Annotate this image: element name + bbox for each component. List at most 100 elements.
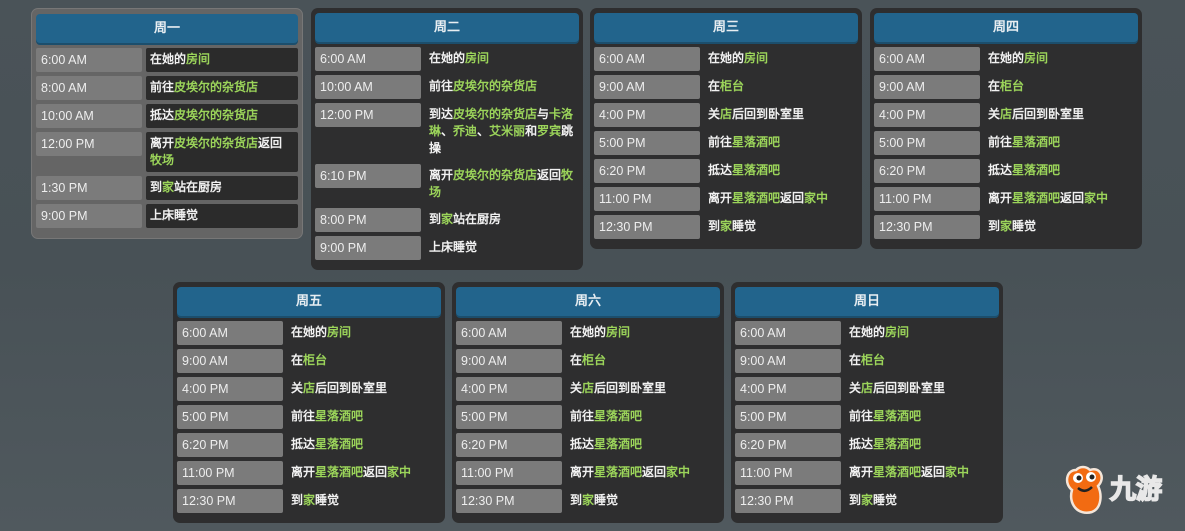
schedule-row: 8:00 PM 到家站在厨房 bbox=[315, 208, 579, 232]
time-cell: 6:00 AM bbox=[735, 321, 841, 345]
time-cell: 9:00 PM bbox=[315, 236, 421, 260]
activity-text: 到 bbox=[849, 493, 862, 507]
activity-text: 前往 bbox=[708, 135, 733, 149]
time-cell: 9:00 AM bbox=[594, 75, 700, 99]
schedule-row: 10:00 AM 前往皮埃尔的杂货店 bbox=[315, 75, 579, 99]
watermark-logo: 九游 bbox=[1062, 460, 1182, 520]
activity-text: 返回 bbox=[258, 136, 283, 150]
activity-text: 到 bbox=[429, 212, 442, 226]
location-highlight: 星落酒吧 bbox=[1012, 163, 1061, 177]
time-cell: 11:00 PM bbox=[177, 461, 283, 485]
schedule-row: 6:20 PM 抵达星落酒吧 bbox=[177, 433, 441, 457]
location-highlight: 房间 bbox=[1024, 51, 1049, 65]
location-highlight: 家中 bbox=[945, 465, 970, 479]
location-highlight: 家 bbox=[582, 493, 595, 507]
schedule-row: 5:00 PM 前往星落酒吧 bbox=[456, 405, 720, 429]
location-highlight: 家 bbox=[861, 493, 874, 507]
activity-cell: 在柜台 bbox=[566, 349, 720, 373]
time-cell: 11:00 PM bbox=[874, 187, 980, 211]
day-panel[interactable]: 周四 6:00 AM 在她的房间 9:00 AM 在柜台 4:00 PM 关店后回到卧室里 5… bbox=[870, 8, 1142, 249]
activity-cell: 关店后回到卧室里 bbox=[287, 377, 441, 401]
mascot-icon: 九游 bbox=[1065, 465, 1163, 515]
schedule-row: 9:00 AM 在柜台 bbox=[177, 349, 441, 373]
schedule-row: 11:00 PM 离开星落酒吧返回家中 bbox=[735, 461, 999, 485]
time-cell: 12:30 PM bbox=[874, 215, 980, 239]
activity-cell: 到家睡觉 bbox=[845, 489, 999, 513]
activity-cell: 到家睡觉 bbox=[704, 215, 858, 239]
location-highlight: 店 bbox=[582, 381, 595, 395]
time-cell: 10:00 AM bbox=[36, 104, 142, 128]
time-cell: 6:20 PM bbox=[456, 433, 562, 457]
time-cell: 6:00 AM bbox=[177, 321, 283, 345]
location-highlight: 家中 bbox=[387, 465, 412, 479]
activity-text: 返回 bbox=[537, 168, 562, 182]
day-panel[interactable]: 周五 6:00 AM 在她的房间 9:00 AM 在柜台 4:00 PM 关店后回到卧室里 5… bbox=[173, 282, 445, 523]
day-panel[interactable]: 周六 6:00 AM 在她的房间 9:00 AM 在柜台 4:00 PM 关店后回到卧室里 5… bbox=[452, 282, 724, 523]
day-header[interactable]: 周日 bbox=[735, 287, 999, 316]
location-highlight: 店 bbox=[861, 381, 874, 395]
activity-text: 返回 bbox=[1060, 191, 1085, 205]
schedule-row: 6:10 PM 离开皮埃尔的杂货店返回牧场 bbox=[315, 164, 579, 204]
location-highlight: 星落酒吧 bbox=[315, 465, 364, 479]
day-header[interactable]: 周六 bbox=[456, 287, 720, 316]
activity-cell: 抵达星落酒吧 bbox=[287, 433, 441, 457]
day-header[interactable]: 周二 bbox=[315, 13, 579, 42]
activity-cell: 离开星落酒吧返回家中 bbox=[704, 187, 858, 211]
schedule-row: 9:00 AM 在柜台 bbox=[594, 75, 858, 99]
location-highlight: 星落酒吧 bbox=[873, 409, 922, 423]
schedule-row: 6:20 PM 抵达星落酒吧 bbox=[594, 159, 858, 183]
schedule-row: 9:00 PM 上床睡觉 bbox=[315, 236, 579, 260]
day-panel[interactable]: 周一 6:00 AM 在她的房间 8:00 AM 前往皮埃尔的杂货店 10:00 AM 抵达… bbox=[31, 8, 303, 239]
schedule-row: 5:00 PM 前往星落酒吧 bbox=[874, 131, 1138, 155]
activity-text: 到 bbox=[291, 493, 304, 507]
location-highlight: 家 bbox=[441, 212, 454, 226]
location-highlight: 星落酒吧 bbox=[594, 409, 643, 423]
activity-text: 抵达 bbox=[291, 437, 316, 451]
activity-text: 睡觉 bbox=[315, 493, 340, 507]
activity-cell: 离开星落酒吧返回家中 bbox=[984, 187, 1138, 211]
time-cell: 12:30 PM bbox=[456, 489, 562, 513]
activity-text: 离开 bbox=[708, 191, 733, 205]
schedule-row: 11:00 PM 离开星落酒吧返回家中 bbox=[177, 461, 441, 485]
activity-cell: 关店后回到卧室里 bbox=[845, 377, 999, 401]
day-header[interactable]: 周四 bbox=[874, 13, 1138, 42]
day-header[interactable]: 周五 bbox=[177, 287, 441, 316]
location-highlight: 牧场 bbox=[150, 153, 175, 167]
activity-text: 抵达 bbox=[708, 163, 733, 177]
activity-text: 离开 bbox=[988, 191, 1013, 205]
time-cell: 4:00 PM bbox=[456, 377, 562, 401]
schedule-row: 6:00 AM 在她的房间 bbox=[594, 47, 858, 71]
day-header[interactable]: 周三 bbox=[594, 13, 858, 42]
activity-text: 离开 bbox=[150, 136, 175, 150]
time-cell: 12:30 PM bbox=[594, 215, 700, 239]
location-highlight: 乔迪 bbox=[453, 124, 478, 138]
time-cell: 9:00 AM bbox=[874, 75, 980, 99]
location-highlight: 星落酒吧 bbox=[1012, 135, 1061, 149]
day-panel[interactable]: 周三 6:00 AM 在她的房间 9:00 AM 在柜台 4:00 PM 关店后回到卧室里 5… bbox=[590, 8, 862, 249]
location-highlight: 皮埃尔的杂货店 bbox=[174, 108, 259, 122]
activity-text: 关 bbox=[708, 107, 721, 121]
activity-text: 后回到卧室里 bbox=[873, 381, 946, 395]
day-panel[interactable]: 周二 6:00 AM 在她的房间 10:00 AM 前往皮埃尔的杂货店 12:00 PM 到… bbox=[311, 8, 583, 270]
location-highlight: 店 bbox=[1000, 107, 1013, 121]
activity-text: 后回到卧室里 bbox=[594, 381, 667, 395]
schedule-row: 12:30 PM 到家睡觉 bbox=[874, 215, 1138, 239]
activity-text: 睡觉 bbox=[732, 219, 757, 233]
activity-text: 到 bbox=[988, 219, 1001, 233]
activity-cell: 前往星落酒吧 bbox=[845, 405, 999, 429]
activity-text: 后回到卧室里 bbox=[732, 107, 805, 121]
activity-cell: 抵达星落酒吧 bbox=[566, 433, 720, 457]
activity-cell: 在柜台 bbox=[287, 349, 441, 373]
time-cell: 6:10 PM bbox=[315, 164, 421, 188]
time-cell: 6:20 PM bbox=[594, 159, 700, 183]
location-highlight: 星落酒吧 bbox=[1012, 191, 1061, 205]
activity-cell: 抵达星落酒吧 bbox=[704, 159, 858, 183]
time-cell: 11:00 PM bbox=[594, 187, 700, 211]
activity-text: 在 bbox=[708, 79, 721, 93]
day-panel[interactable]: 周日 6:00 AM 在她的房间 9:00 AM 在柜台 4:00 PM 关店后回到卧室里 5… bbox=[731, 282, 1003, 523]
schedule-row: 4:00 PM 关店后回到卧室里 bbox=[177, 377, 441, 401]
time-cell: 4:00 PM bbox=[735, 377, 841, 401]
activity-text: 返回 bbox=[921, 465, 946, 479]
schedule-row: 9:00 AM 在柜台 bbox=[874, 75, 1138, 99]
day-header[interactable]: 周一 bbox=[36, 14, 298, 43]
